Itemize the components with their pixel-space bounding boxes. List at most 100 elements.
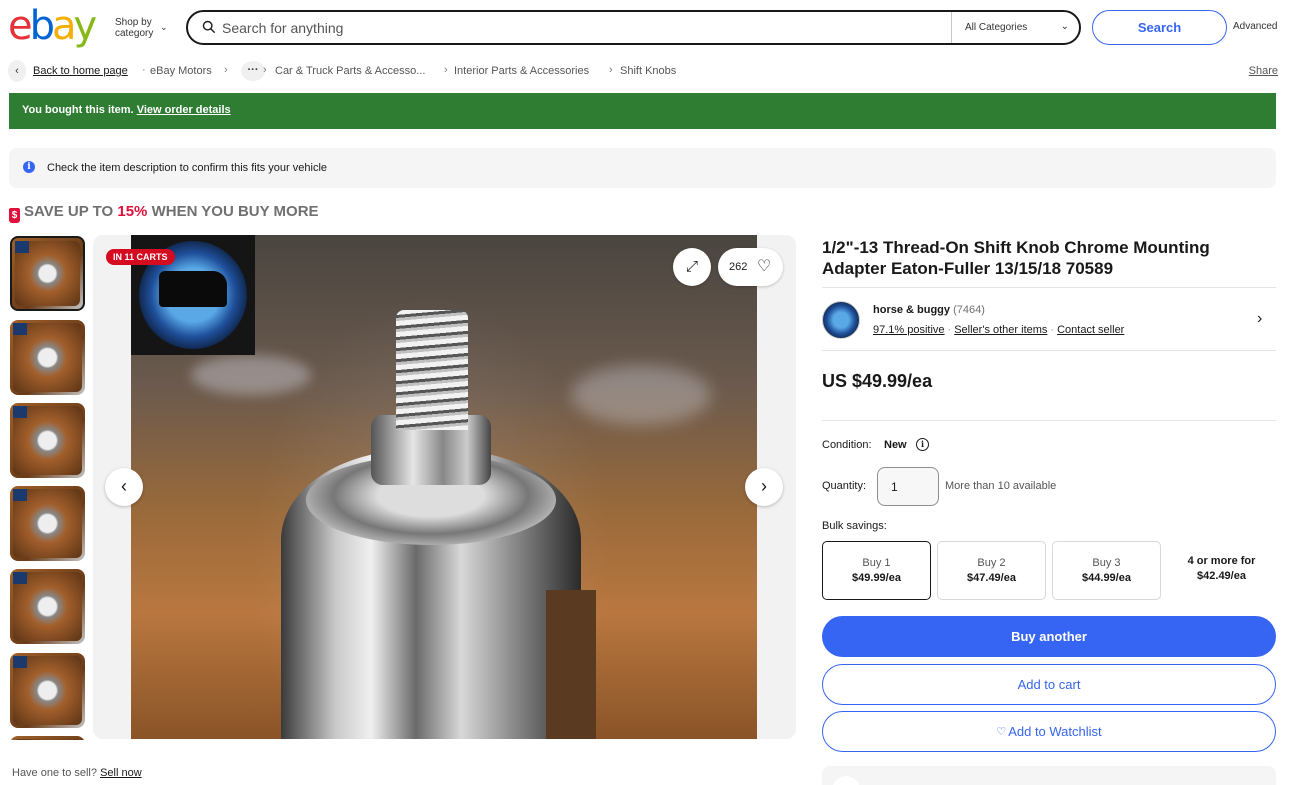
seller-name[interactable]: horse & buggy: [873, 304, 950, 316]
fitment-info-banner: i Check the item description to confirm …: [9, 148, 1276, 188]
bulk-option-buy-3[interactable]: Buy 3 $44.99/ea: [1052, 541, 1161, 600]
quantity-label: Quantity:: [822, 480, 867, 492]
purchased-text: You bought this item.: [22, 104, 134, 116]
chevron-right-icon: ›: [444, 64, 448, 76]
save-suffix: WHEN YOU BUY MORE: [147, 203, 319, 220]
heart-icon: ♡: [757, 258, 772, 275]
bulk-option-buy-1[interactable]: Buy 1 $49.99/ea: [822, 541, 931, 600]
add-to-watchlist-button[interactable]: ♡ Add to Watchlist: [822, 711, 1276, 752]
thumbnail-image[interactable]: [10, 320, 85, 395]
contact-seller-link[interactable]: Contact seller: [1057, 324, 1124, 336]
breadcrumb-shift-knobs[interactable]: Shift Knobs: [620, 65, 676, 77]
dot-separator: ·: [142, 64, 146, 76]
volume-pricing-banner: $ SAVE UP TO 15% WHEN YOU BUY MORE: [9, 203, 319, 223]
divider: [822, 287, 1276, 288]
shop-by-label: Shop by: [115, 17, 152, 28]
chevron-down-icon: ⌄: [1060, 21, 1069, 32]
thumbnail-image[interactable]: [10, 403, 85, 478]
seller-other-items-link[interactable]: Seller's other items: [954, 324, 1047, 336]
divider: [822, 350, 1276, 351]
advanced-search-link[interactable]: Advanced: [1233, 21, 1277, 32]
condition-label: Condition:: [822, 439, 872, 451]
bulk-price: $49.99/ea: [852, 572, 901, 584]
breadcrumb-interior-parts[interactable]: Interior Parts & Accessories: [454, 65, 589, 77]
breadcrumb-car-truck-parts[interactable]: Car & Truck Parts & Accesso...: [275, 65, 425, 77]
seller-feedback-count: (7464): [953, 304, 985, 316]
chevron-right-icon: ›: [224, 64, 228, 76]
buy-another-button[interactable]: Buy another: [822, 616, 1276, 657]
bulk-option-buy-2[interactable]: Buy 2 $47.49/ea: [937, 541, 1046, 600]
bulk-qty: Buy 2: [977, 557, 1006, 569]
purchased-banner: You bought this item. View order details: [9, 93, 1276, 129]
main-product-image[interactable]: [93, 235, 796, 739]
previous-image-button[interactable]: ‹: [105, 468, 143, 506]
ebay-logo[interactable]: ebay: [8, 3, 98, 49]
logo-letter-y: y: [73, 3, 98, 49]
breadcrumb: ‹ Back to home page · eBay Motors › ··· …: [8, 60, 1278, 82]
search-input[interactable]: [222, 16, 942, 40]
thumbnail-strip: [9, 235, 87, 740]
bulk-savings-label: Bulk savings:: [822, 520, 887, 532]
chevron-right-icon: ›: [609, 64, 613, 76]
chevron-right-icon: ›: [761, 476, 767, 496]
thumbnail-image[interactable]: [10, 736, 85, 740]
info-icon[interactable]: i: [916, 438, 929, 451]
logo-letter-b: b: [29, 3, 55, 49]
search-button[interactable]: Search: [1092, 10, 1227, 45]
save-prefix: SAVE UP TO: [24, 203, 118, 220]
info-icon: i: [23, 161, 35, 173]
item-price: US $49.99/ea: [822, 371, 933, 391]
breadcrumb-ebay-motors[interactable]: eBay Motors: [150, 65, 212, 77]
shop-by-category-button[interactable]: Shop by category: [115, 17, 153, 39]
chevron-left-icon: ‹: [121, 476, 127, 496]
add-to-cart-button[interactable]: Add to cart: [822, 664, 1276, 705]
horse-buggy-icon: [159, 271, 227, 307]
category-select-value: All Categories: [965, 22, 1028, 33]
back-to-home-link[interactable]: Back to home page: [33, 65, 128, 77]
save-percent: 15%: [117, 203, 148, 220]
thumbnail-image[interactable]: [10, 486, 85, 561]
sell-prompt-text: Have one to sell?: [12, 767, 97, 779]
bulk-qty: Buy 3: [1092, 557, 1121, 569]
watchers-button[interactable]: 262 ♡: [718, 248, 783, 286]
header: ebay Shop by category ⌄ All Categories ⌄…: [0, 0, 1289, 56]
watchlist-label: Add to Watchlist: [1008, 724, 1102, 739]
heart-icon: ♡: [996, 726, 1007, 738]
chevron-down-icon[interactable]: ⌄: [160, 22, 168, 33]
seller-feedback-link[interactable]: 97.1% positive: [873, 324, 945, 336]
bulk-qty: Buy 1: [862, 557, 891, 569]
shipping-icon: [832, 776, 860, 785]
bulk-price: $47.49/ea: [967, 572, 1016, 584]
chevron-right-icon: ›: [263, 64, 267, 76]
price-tag-icon: $: [9, 208, 20, 223]
logo-letter-a: a: [52, 3, 76, 49]
seller-links: 97.1% positive · Seller's other items · Cont…: [873, 324, 1125, 336]
sell-prompt: Have one to sell? Sell now: [12, 767, 142, 779]
thumbnail-image[interactable]: [10, 569, 85, 644]
bulk-price: $44.99/ea: [1082, 572, 1131, 584]
sell-now-link[interactable]: Sell now: [100, 767, 142, 779]
availability-text: More than 10 available: [945, 480, 1057, 492]
quantity-input[interactable]: [877, 467, 939, 506]
more-breadcrumbs-button[interactable]: ···: [241, 61, 265, 81]
search-icon: [202, 20, 215, 33]
bulk-option-buy-4-plus[interactable]: 4 or more for $42.49/ea: [1167, 541, 1276, 600]
seller-avatar[interactable]: [822, 301, 860, 339]
thumbnail-image[interactable]: [10, 653, 85, 728]
share-link[interactable]: Share: [1249, 65, 1278, 77]
view-order-details-link[interactable]: View order details: [137, 104, 231, 116]
condition-value: New: [884, 439, 907, 451]
chevron-right-icon[interactable]: ›: [1257, 310, 1262, 328]
seller-info: horse & buggy (7464): [873, 304, 985, 316]
expand-icon[interactable]: ⤢: [673, 248, 711, 286]
thumbnail-image[interactable]: [10, 236, 85, 311]
search-bar: All Categories ⌄: [186, 10, 1081, 45]
bulk-qty: 4 or more for: [1187, 555, 1256, 567]
watch-count: 262: [729, 261, 748, 273]
logo-letter-e: e: [8, 3, 33, 49]
next-image-button[interactable]: ›: [745, 468, 783, 506]
divider: [822, 420, 1276, 421]
category-select[interactable]: All Categories ⌄: [951, 12, 1079, 43]
back-arrow-icon[interactable]: ‹: [8, 60, 26, 82]
in-carts-badge: IN 11 CARTS: [106, 249, 175, 265]
